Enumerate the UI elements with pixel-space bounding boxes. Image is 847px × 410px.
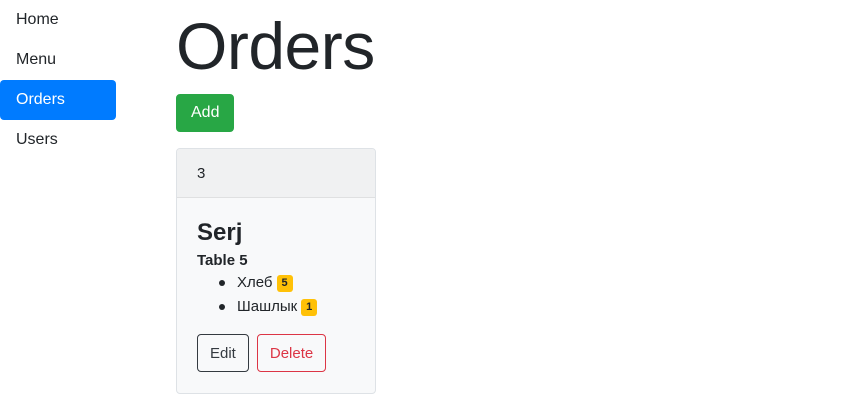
- app-page: Home Menu Orders Users Orders Add 3 Serj…: [0, 0, 847, 410]
- item-name: Хлеб: [237, 274, 273, 291]
- order-card-body: Serj Table 5 Хлеб 5 Шашлык 1 Edit Delete: [177, 198, 375, 372]
- list-item: Хлеб 5: [217, 271, 355, 295]
- add-order-button[interactable]: Add: [176, 94, 235, 132]
- list-item: Шашлык 1: [217, 295, 355, 319]
- order-items-list: Хлеб 5 Шашлык 1: [197, 271, 355, 319]
- quantity-badge: 1: [301, 299, 318, 316]
- order-actions: Edit Delete: [197, 334, 355, 372]
- quantity-badge: 5: [276, 275, 293, 292]
- order-id: 3: [177, 149, 375, 198]
- sidebar-item-home[interactable]: Home: [0, 0, 116, 40]
- customer-name: Serj: [197, 219, 243, 246]
- sidebar-item-menu[interactable]: Menu: [0, 40, 116, 80]
- item-name: Шашлык: [237, 298, 298, 315]
- order-card: 3 Serj Table 5 Хлеб 5 Шашлык 1 Edit Delete: [176, 148, 376, 394]
- table-label: Table 5: [197, 252, 248, 269]
- delete-button[interactable]: Delete: [256, 334, 327, 372]
- page-title: Orders: [176, 9, 375, 83]
- sidebar-item-users[interactable]: Users: [0, 120, 116, 160]
- sidebar-nav: Home Menu Orders Users: [0, 0, 116, 160]
- main-content: Orders Add 3 Serj Table 5 Хлеб 5 Шашлык 1 …: [176, 0, 826, 394]
- sidebar-item-orders[interactable]: Orders: [0, 80, 116, 120]
- edit-button[interactable]: Edit: [197, 334, 249, 372]
